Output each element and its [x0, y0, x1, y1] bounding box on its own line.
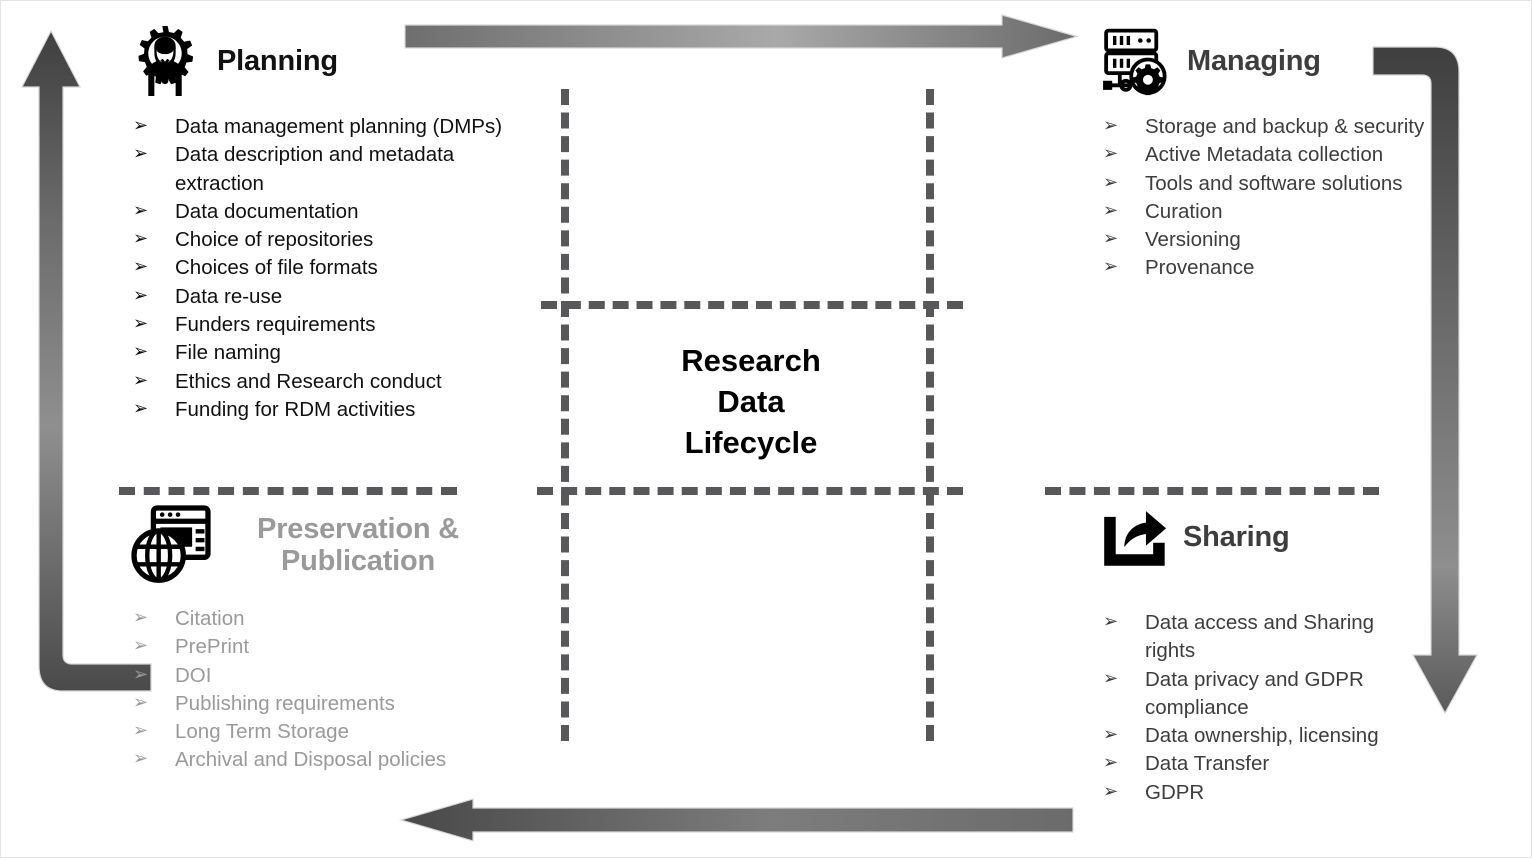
- list-item: ➢ Data description and metadata extractio…: [127, 141, 547, 198]
- bullet-marker-icon: ➢: [133, 369, 149, 391]
- bullet-marker-icon: ➢: [133, 691, 149, 713]
- bullet-marker-icon: ➢: [133, 663, 149, 685]
- center-title-line-1: Research: [681, 343, 821, 378]
- planning-header: Planning: [127, 23, 547, 99]
- list-item: ➢ Ethics and Research conduct: [127, 368, 547, 396]
- list-item: ➢ Data management planning (DMPs): [127, 113, 547, 141]
- sharing-bullet-list: ➢ Data access and Sharing rights ➢ Data pr…: [1097, 609, 1427, 807]
- managing-title: Managing: [1187, 44, 1321, 77]
- list-item: ➢ Archival and Disposal policies: [127, 746, 547, 774]
- server-gear-icon: [1103, 28, 1167, 96]
- list-item: ➢ Data re-use: [127, 283, 547, 311]
- preservation-bullet-list: ➢ Citation ➢ PrePrint ➢ DOI ➢ Publishing req…: [127, 605, 547, 775]
- list-item: ➢ Active Metadata collection: [1097, 141, 1427, 169]
- managing-header: Managing: [1097, 23, 1427, 99]
- preservation-header: Preservation & Publication: [127, 501, 547, 589]
- list-item: ➢ File naming: [127, 339, 547, 367]
- bullet-marker-icon: ➢: [133, 312, 149, 334]
- center-title-line-3: Lifecycle: [684, 424, 818, 460]
- list-item: ➢ Data ownership, licensing: [1097, 722, 1427, 750]
- list-item: ➢ Choices of file formats: [127, 254, 547, 282]
- center-title-line-2: Data: [717, 383, 785, 419]
- sharing-header: Sharing: [1097, 501, 1427, 573]
- bullet-marker-icon: ➢: [1103, 171, 1119, 193]
- bullet-marker-icon: ➢: [133, 720, 149, 742]
- bullet-marker-icon: ➢: [1103, 724, 1119, 746]
- list-item: ➢ PrePrint: [127, 633, 547, 661]
- bullet-marker-icon: ➢: [1103, 752, 1119, 774]
- bullet-marker-icon: ➢: [133, 284, 149, 306]
- list-item: ➢ Funders requirements: [127, 311, 547, 339]
- grid-dash-horizontal-right: [1045, 487, 1379, 495]
- bullet-marker-icon: ➢: [133, 143, 149, 165]
- bullet-marker-icon: ➢: [133, 228, 149, 250]
- list-item: ➢ GDPR: [1097, 779, 1427, 807]
- globe-browser-icon: [131, 505, 211, 583]
- sharing-title: Sharing: [1183, 520, 1290, 553]
- planning-bullet-list: ➢ Data management planning (DMPs) ➢ Data d…: [127, 113, 547, 424]
- list-item: ➢ Tools and software solutions: [1097, 170, 1427, 198]
- list-item: ➢ Provenance: [1097, 254, 1427, 282]
- bullet-marker-icon: ➢: [133, 341, 149, 363]
- arrow-sharing-to-preservation: [398, 798, 1074, 842]
- grid-dash-vertical-right: [926, 89, 934, 741]
- preservation-title: Preservation & Publication: [257, 512, 459, 577]
- bullet-marker-icon: ➢: [1103, 228, 1119, 250]
- quadrant-managing: Managing ➢ Storage and backup & security …: [1097, 23, 1427, 283]
- bullet-marker-icon: ➢: [133, 256, 149, 278]
- list-item: ➢ Data documentation: [127, 198, 547, 226]
- list-item: ➢ Storage and backup & security: [1097, 113, 1427, 141]
- list-item: ➢ Curation: [1097, 198, 1427, 226]
- bullet-marker-icon: ➢: [133, 748, 149, 770]
- bullet-marker-icon: ➢: [1103, 115, 1119, 136]
- gear-person-icon: [138, 26, 194, 96]
- bullet-marker-icon: ➢: [1103, 143, 1119, 165]
- bullet-marker-icon: ➢: [133, 635, 149, 657]
- bullet-marker-icon: ➢: [1103, 667, 1119, 689]
- quadrant-preservation: Preservation & Publication ➢ Citation ➢ Pr…: [127, 501, 547, 775]
- list-item: ➢ Long Term Storage: [127, 718, 547, 746]
- bullet-marker-icon: ➢: [1103, 199, 1119, 221]
- bullet-marker-icon: ➢: [133, 199, 149, 221]
- list-item: ➢ Choice of repositories: [127, 226, 547, 254]
- list-item: ➢ Data privacy and GDPR compliance: [1097, 666, 1427, 723]
- share-export-icon: [1104, 511, 1167, 566]
- quadrant-planning: Planning ➢ Data management planning (DMPs…: [127, 23, 547, 424]
- bullet-marker-icon: ➢: [1103, 256, 1119, 278]
- list-item: ➢ Citation: [127, 605, 547, 633]
- grid-dash-vertical-left: [561, 89, 569, 741]
- planning-title: Planning: [217, 44, 338, 77]
- bullet-marker-icon: ➢: [133, 607, 149, 628]
- bullet-marker-icon: ➢: [133, 115, 149, 136]
- diagram-canvas: Research Data Lifecycle Planning ➢ Data m…: [0, 0, 1532, 858]
- bullet-marker-icon: ➢: [133, 397, 149, 419]
- bullet-marker-icon: ➢: [1103, 780, 1119, 802]
- grid-dash-horizontal-middle-upper: [541, 301, 963, 309]
- grid-dash-horizontal-left: [119, 487, 457, 495]
- quadrant-sharing: Sharing ➢ Data access and Sharing rights …: [1097, 501, 1427, 807]
- list-item: ➢ DOI: [127, 662, 547, 690]
- bullet-marker-icon: ➢: [1103, 611, 1119, 632]
- list-item: ➢ Funding for RDM activities: [127, 396, 547, 424]
- managing-bullet-list: ➢ Storage and backup & security ➢ Active M…: [1097, 113, 1427, 283]
- list-item: ➢ Publishing requirements: [127, 690, 547, 718]
- grid-dash-horizontal-middle-lower: [537, 487, 963, 495]
- list-item: ➢ Versioning: [1097, 226, 1427, 254]
- center-title: Research Data Lifecycle: [601, 341, 901, 464]
- list-item: ➢ Data Transfer: [1097, 750, 1427, 778]
- list-item: ➢ Data access and Sharing rights: [1097, 609, 1427, 666]
